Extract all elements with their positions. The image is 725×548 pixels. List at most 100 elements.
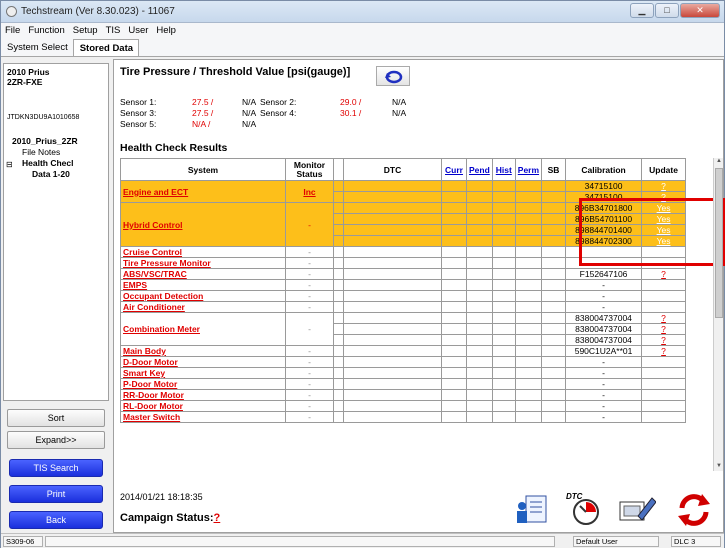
dtc-cell (333, 213, 344, 225)
system-name-link[interactable]: Cruise Control (120, 246, 286, 258)
dtc-cell (541, 180, 567, 192)
system-name-link[interactable]: Combination Meter (120, 312, 286, 346)
update-cell[interactable]: ? (641, 323, 687, 335)
update-cell[interactable]: ? (641, 268, 687, 280)
dtc-cell (491, 235, 516, 247)
col-dtc[interactable]: DTC (343, 158, 442, 181)
tab-stored-data[interactable]: Stored Data (72, 39, 140, 56)
scroll-thumb[interactable] (715, 168, 723, 318)
dtc-cell (466, 279, 493, 291)
update-cell (641, 367, 687, 379)
table-row: RL-Door Motor - - (120, 400, 687, 412)
main-panel: Tire Pressure / Threshold Value [psi(gau… (113, 59, 725, 533)
col-pend[interactable]: Pend (466, 158, 493, 181)
dtc-cell (466, 213, 493, 225)
ecu-edit-icon[interactable] (616, 490, 656, 528)
col-sb[interactable]: SB (541, 158, 567, 181)
update-cell (641, 356, 687, 368)
print-button[interactable]: Print (9, 485, 103, 503)
col-calibration[interactable]: Calibration (565, 158, 643, 181)
dtc-label: DTC (566, 492, 583, 501)
system-name-link[interactable]: EMPS (120, 279, 286, 291)
menu-tis[interactable]: TIS (102, 23, 125, 39)
expand-button[interactable]: Expand>> (7, 431, 105, 449)
dtc-clear-icon[interactable]: DTC (564, 490, 604, 528)
col-system[interactable]: System (120, 158, 286, 181)
dtc-cell (333, 334, 344, 346)
exit-icon[interactable] (674, 490, 714, 528)
system-name-link[interactable]: D-Door Motor (120, 356, 286, 368)
tree-health-check[interactable]: Health Checl (22, 158, 74, 168)
dtc-cell (541, 400, 567, 412)
maximize-button[interactable]: □ (655, 3, 679, 18)
system-name-link[interactable]: P-Door Motor (120, 378, 286, 390)
tire-refresh-button[interactable] (376, 66, 410, 86)
sensor-1-label: Sensor 1: (120, 97, 157, 107)
close-button[interactable]: ✕ (680, 3, 720, 18)
menu-file[interactable]: File (1, 23, 24, 39)
status-bar: S309-06 Default User DLC 3 (1, 533, 724, 548)
tree-data[interactable]: Data 1-20 (32, 169, 70, 179)
menu-help[interactable]: Help (152, 23, 180, 39)
col-hist[interactable]: Hist (491, 158, 516, 181)
system-name-link[interactable]: Engine and ECT (120, 180, 286, 203)
highlight-box (579, 198, 725, 266)
minimize-button[interactable]: ▁ (630, 3, 654, 18)
scroll-up-icon[interactable]: ▲ (715, 158, 723, 166)
scroll-down-icon[interactable]: ▼ (715, 463, 723, 471)
menu-function[interactable]: Function (24, 23, 68, 39)
campaign-status-link[interactable]: ? (214, 512, 221, 524)
dtc-cell (343, 378, 442, 390)
dtc-cell (333, 312, 344, 324)
system-name-link[interactable]: Tire Pressure Monitor (120, 257, 286, 269)
dtc-cell (333, 246, 344, 258)
dtc-cell (491, 323, 516, 335)
dtc-cell (333, 180, 344, 192)
dtc-cell (441, 301, 467, 313)
menu-setup[interactable]: Setup (69, 23, 102, 39)
system-name-link[interactable]: Air Conditioner (120, 301, 286, 313)
update-cell[interactable]: ? (641, 312, 687, 324)
dtc-cell (466, 235, 493, 247)
back-button[interactable]: Back (9, 511, 103, 529)
calibration-cell: - (565, 411, 643, 423)
dtc-cell (491, 334, 516, 346)
dtc-cell (491, 224, 516, 236)
dtc-cell (541, 389, 567, 401)
system-name-link[interactable]: Master Switch (120, 411, 286, 423)
system-name-link[interactable]: Occupant Detection (120, 290, 286, 302)
dtc-cell (343, 268, 442, 280)
system-name-link[interactable]: Main Body (120, 345, 286, 357)
col-monitor-status[interactable]: Monitor Status (285, 158, 334, 181)
system-name-link[interactable]: RR-Door Motor (120, 389, 286, 401)
tree-expander-icon[interactable]: ⊟ (6, 160, 13, 169)
refresh-icon (385, 70, 403, 84)
tree-root[interactable]: 2010_Prius_2ZR (12, 136, 78, 146)
system-name-link[interactable]: ABS/VSC/TRAC (120, 268, 286, 280)
tis-search-button[interactable]: TIS Search (9, 459, 103, 477)
system-name-link[interactable]: RL-Door Motor (120, 400, 286, 412)
calibration-cell: 838004737004 (565, 334, 643, 346)
system-name-link[interactable]: Smart Key (120, 367, 286, 379)
sort-button[interactable]: Sort (7, 409, 105, 427)
system-name-link[interactable]: Hybrid Control (120, 202, 286, 247)
col-update[interactable]: Update (641, 158, 687, 181)
menu-user[interactable]: User (124, 23, 152, 39)
sensor-4-value: 30.1 / (340, 108, 362, 118)
tab-system-select[interactable]: System Select (1, 39, 73, 56)
tree-file-notes[interactable]: File Notes (22, 147, 60, 157)
dtc-cell (343, 246, 442, 258)
dtc-cell (441, 411, 467, 423)
col-curr[interactable]: Curr (441, 158, 467, 181)
calibration-cell: - (565, 290, 643, 302)
dtc-cell (466, 411, 493, 423)
customer-report-icon[interactable] (512, 490, 552, 528)
update-cell[interactable]: ? (641, 180, 687, 192)
update-cell[interactable]: ? (641, 345, 687, 357)
table-row: D-Door Motor - - (120, 356, 687, 368)
dtc-cell (441, 202, 467, 214)
table-scrollbar[interactable]: ▲ ▼ (713, 158, 723, 471)
col-perm[interactable]: Perm (514, 158, 543, 181)
update-cell[interactable]: ? (641, 334, 687, 346)
monitor-status[interactable]: Inc (285, 180, 334, 203)
